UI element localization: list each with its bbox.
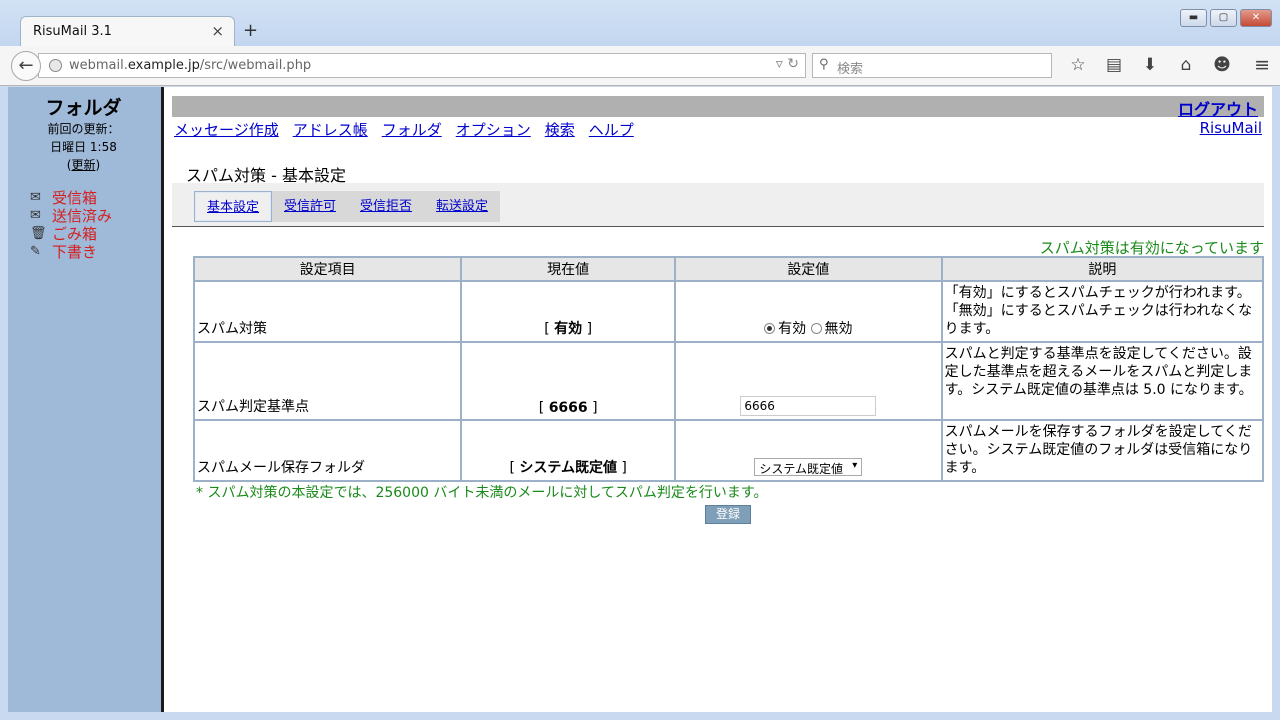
hamburger-menu-icon[interactable]: ≡ <box>1254 54 1270 76</box>
row-label: スパムメール保存フォルダ <box>192 419 463 482</box>
threshold-cell: 6666 <box>673 341 943 421</box>
reload-icon[interactable]: ▿ ↻ <box>776 56 799 72</box>
window-titlebar: RisuMail 3.1 × + ▬ ▢ ✕ <box>0 0 1280 46</box>
status-message: スパム対策は有効になっています <box>1039 239 1264 257</box>
radio-group: 有効 無効 <box>673 280 943 343</box>
column-header: 説明 <box>940 256 1265 282</box>
folder-item-sent[interactable]: ✉ 送信済み <box>30 207 159 225</box>
settings-table: 設定項目 現在値 設定値 説明 スパム対策 [ 有効 ] 有効 無効 「有効」に… <box>192 256 1265 482</box>
toolbar-icons: ☆ ▤ ⬇ ⌂ ☻ <box>1060 55 1240 75</box>
radio-disabled-icon[interactable] <box>810 323 822 334</box>
threshold-input[interactable]: 6666 <box>740 396 877 416</box>
row-label: スパム対策 <box>192 280 463 343</box>
tab-forwarding[interactable]: 転送設定 <box>424 191 500 222</box>
current-value: [ 有効 ] <box>460 280 676 343</box>
search-placeholder: 検索 <box>837 62 864 77</box>
nav-compose[interactable]: メッセージ作成 <box>174 119 279 140</box>
sidebar-title: フォルダ <box>45 97 122 119</box>
search-bar[interactable]: ⚲ 検索 <box>812 53 1052 78</box>
chat-icon[interactable]: ☻ <box>1204 55 1240 75</box>
row-description: 「有効」にするとスパムチェックが行われます。「無効」にするとスパムチェックは行わ… <box>940 280 1265 343</box>
current-value: [ 6666 ] <box>460 341 676 421</box>
inbox-icon: ✉ <box>30 190 41 205</box>
table-header-row: 設定項目 現在値 設定値 説明 <box>192 256 1265 282</box>
tab-deny-list[interactable]: 受信拒否 <box>348 191 424 222</box>
nav-search[interactable]: 検索 <box>545 119 575 140</box>
row-label: スパム判定基準点 <box>192 341 463 421</box>
window-bottom-border <box>0 712 1280 720</box>
folder-item-trash[interactable]: 🗑 ごみ箱 <box>30 225 159 243</box>
close-window-button[interactable]: ✕ <box>1240 9 1272 27</box>
folder-item-drafts[interactable]: ✎ 下書き <box>30 243 159 261</box>
nav-options[interactable]: オプション <box>456 119 531 140</box>
refresh-link[interactable]: 更新 <box>71 158 95 172</box>
table-row: スパム判定基準点 [ 6666 ] 6666 スパムと判定する基準点を設定してく… <box>192 341 1265 421</box>
row-description: スパムと判定する基準点を設定してください。設定した基準点を超えるメールをスパムと… <box>940 341 1265 421</box>
current-value: [ システム既定値 ] <box>460 419 676 482</box>
globe-icon <box>49 59 62 72</box>
subtab-group: 基本設定 受信許可 受信拒否 転送設定 <box>194 191 501 222</box>
maximize-button[interactable]: ▢ <box>1210 9 1237 27</box>
tab-basic-settings[interactable]: 基本設定 <box>194 191 273 222</box>
main-nav: メッセージ作成 アドレス帳 フォルダ オプション 検索 ヘルプ <box>174 119 634 140</box>
column-header: 設定値 <box>673 256 943 282</box>
row-description: スパムメールを保存するフォルダを設定してください。システム既定値のフォルダは受信… <box>940 419 1265 482</box>
last-update-label: 前回の更新： <box>47 122 120 136</box>
folder-list: ✉ 受信箱 ✉ 送信済み 🗑 ごみ箱 ✎ 下書き <box>8 189 159 261</box>
header-bar: ログアウト <box>172 96 1264 120</box>
table-row: スパムメール保存フォルダ [ システム既定値 ] システム既定値 ▾ スパムメール… <box>192 419 1265 482</box>
new-tab-button[interactable]: + <box>243 20 258 41</box>
tab-close-icon[interactable]: × <box>211 22 224 40</box>
sent-icon: ✉ <box>30 208 41 223</box>
folder-sidebar: フォルダ 前回の更新： 日曜日 1:58 (更新) ✉ 受信箱 ✉ 送信済み 🗑 ごみ… <box>8 87 159 712</box>
download-icon[interactable]: ⬇ <box>1132 55 1168 75</box>
subtab-bar: 基本設定 受信許可 受信拒否 転送設定 <box>172 183 1264 227</box>
nav-help[interactable]: ヘルプ <box>589 119 634 140</box>
reading-list-icon[interactable]: ▤ <box>1096 55 1132 75</box>
tab-title: RisuMail 3.1 <box>33 24 112 39</box>
radio-disabled[interactable]: 無効 <box>810 321 853 337</box>
folder-item-inbox[interactable]: ✉ 受信箱 <box>30 189 159 207</box>
main-frame: ログアウト メッセージ作成 アドレス帳 フォルダ オプション 検索 ヘルプ Ri… <box>164 87 1272 712</box>
last-update-time: 日曜日 1:58 <box>50 140 117 154</box>
column-header: 現在値 <box>460 256 676 282</box>
search-icon: ⚲ <box>819 57 829 72</box>
tab-allow-list[interactable]: 受信許可 <box>272 191 348 222</box>
bookmark-star-icon[interactable]: ☆ <box>1060 55 1096 75</box>
back-button[interactable]: ← <box>11 51 41 81</box>
home-icon[interactable]: ⌂ <box>1168 55 1204 75</box>
drafts-icon: ✎ <box>30 244 41 259</box>
refresh-wrapper: (更新) <box>66 158 101 172</box>
table-row: スパム対策 [ 有効 ] 有効 無効 「有効」にするとスパムチェックが行われます… <box>192 280 1265 343</box>
folder-select[interactable]: システム既定値 ▾ <box>754 458 863 476</box>
url-text: webmail.example.jp/src/webmail.php <box>69 58 312 73</box>
radio-enabled-icon[interactable] <box>764 323 776 334</box>
footnote: * スパム対策の本設定では、256000 バイト未満のメールに対してスパム判定を… <box>196 485 768 501</box>
minimize-button[interactable]: ▬ <box>1180 9 1207 27</box>
radio-enabled[interactable]: 有効 <box>764 321 806 337</box>
brand-link[interactable]: RisuMail <box>1200 119 1262 137</box>
nav-addressbook[interactable]: アドレス帳 <box>293 119 368 140</box>
window-controls: ▬ ▢ ✕ <box>1180 9 1272 27</box>
column-header: 設定項目 <box>192 256 463 282</box>
browser-navbar: webmail.example.jp/src/webmail.php ▿ ↻ ←… <box>0 46 1280 86</box>
trash-icon: 🗑 <box>30 226 47 241</box>
nav-folders[interactable]: フォルダ <box>382 119 442 140</box>
url-bar[interactable]: webmail.example.jp/src/webmail.php ▿ ↻ <box>38 53 806 78</box>
logout-link[interactable]: ログアウト <box>1178 96 1258 120</box>
submit-button[interactable]: 登録 <box>705 505 751 524</box>
chevron-down-icon: ▾ <box>852 460 858 471</box>
browser-tab[interactable]: RisuMail 3.1 × <box>20 16 235 46</box>
folder-select-cell: システム既定値 ▾ <box>673 419 943 482</box>
